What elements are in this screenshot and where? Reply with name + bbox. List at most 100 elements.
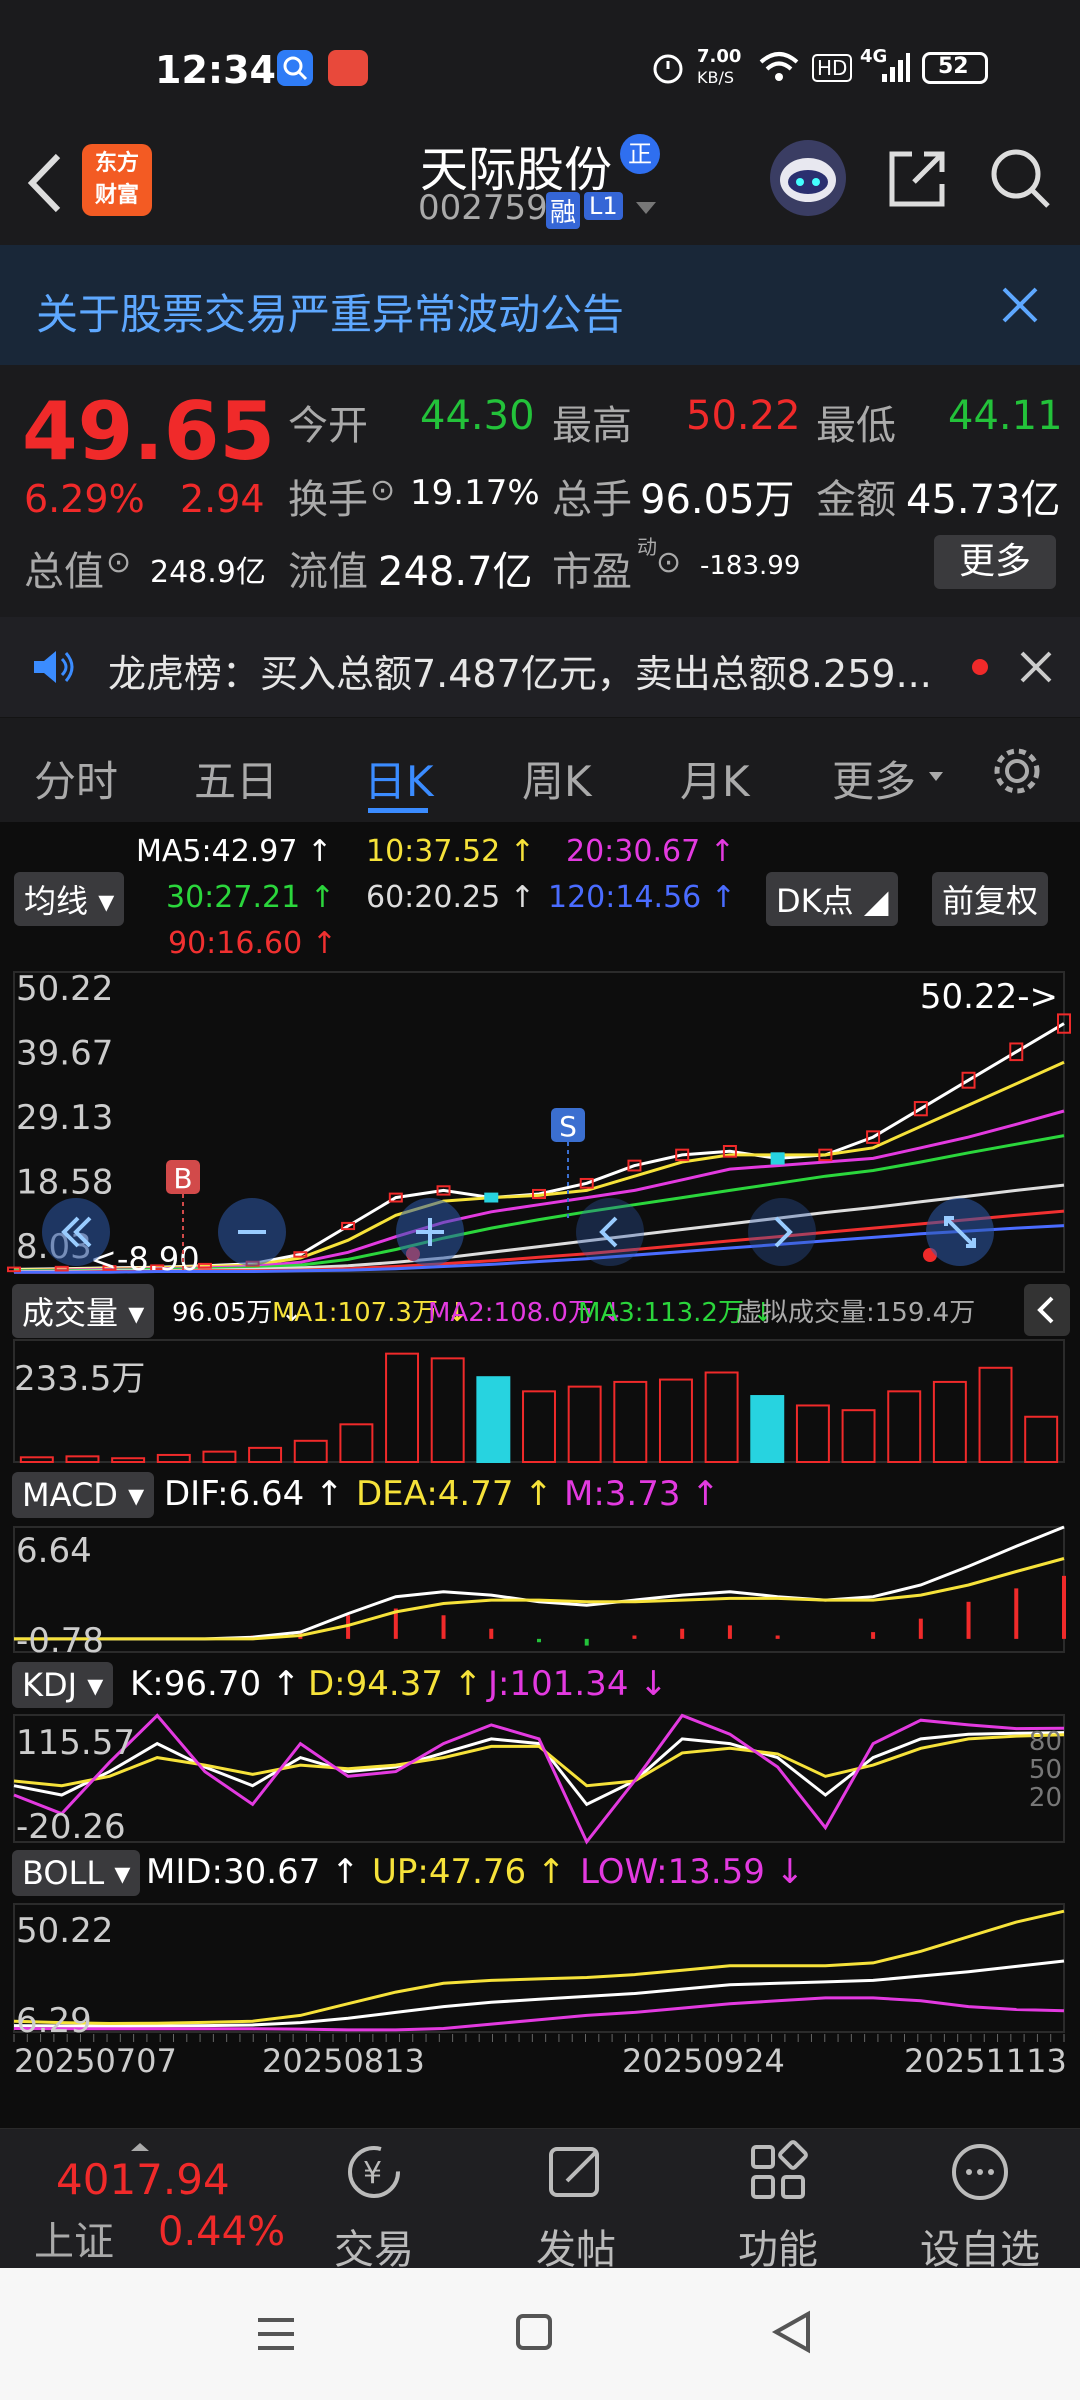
caret-down-icon[interactable] <box>928 768 944 787</box>
mktcap-label: 总值 <box>24 549 104 595</box>
quote-panel: 49.65 6.29% 2.94 今开 44.30 最高 50.22 最低 44… <box>0 365 1080 617</box>
volume-bar <box>978 1366 1013 1463</box>
kdj-right-tick: 20 <box>1029 1783 1062 1813</box>
scroll-left-icon[interactable] <box>42 1198 110 1266</box>
kdj-j-line <box>13 1713 1065 1845</box>
dragon-tiger-text[interactable]: 龙虎榜：买入总额7.487亿元，卖出总额8.259... <box>108 643 932 698</box>
bottom-nav: 4017.94 上证 0.44% ¥ 交易 发帖 功能 设自选 <box>0 2128 1080 2273</box>
status-bar: 12:34 7.00 KB/S HD 4G 52 <box>0 0 1080 130</box>
volume-bar <box>1024 1415 1059 1463</box>
kdj-right-tick: 80 <box>1029 1727 1062 1757</box>
next-icon[interactable] <box>748 1198 816 1266</box>
index-value[interactable]: 4017.94 <box>56 2155 230 2204</box>
app-logo[interactable]: 东方 财富 <box>82 144 152 216</box>
system-nav-bar <box>0 2268 1080 2400</box>
date-tick: 20250707 <box>14 2042 177 2080</box>
volume-bar <box>932 1380 967 1464</box>
logo-line2: 财富 <box>94 183 139 208</box>
alarm-icon <box>650 50 686 90</box>
main-ytick: 39.67 <box>16 1034 113 1074</box>
open-label: 今开 <box>288 403 368 449</box>
assistant-robot-icon[interactable] <box>770 140 846 216</box>
back-nav-icon[interactable] <box>770 2310 814 2358</box>
info-icon[interactable]: ⊙ <box>656 545 681 580</box>
change-amount: 2.94 <box>180 477 265 521</box>
volume-bar <box>19 1456 54 1463</box>
volume-bar <box>704 1371 739 1463</box>
index-name[interactable]: 上证 <box>34 2209 114 2267</box>
share-icon[interactable] <box>884 146 950 216</box>
boll-up-line <box>13 1909 1065 2026</box>
gear-icon[interactable] <box>990 744 1044 802</box>
notice-text[interactable]: 关于股票交易严重异常波动公告 <box>36 281 624 342</box>
svg-text:¥: ¥ <box>363 2156 382 2191</box>
back-icon[interactable] <box>20 148 70 222</box>
wifi-icon <box>757 48 801 88</box>
amount-value: 45.73亿 <box>906 477 1061 523</box>
fullscreen-icon[interactable] <box>926 1198 994 1266</box>
kline-chart-svg[interactable]: 50.2239.6729.1318.588.0350.22-><-8.90BS2… <box>0 822 1080 2128</box>
nav-trade[interactable]: ¥ 交易 <box>324 2137 424 2275</box>
more-button[interactable]: 更多 <box>934 535 1056 589</box>
date-tick: 20251113 <box>904 2042 1067 2080</box>
close-icon[interactable] <box>1018 649 1054 689</box>
info-icon[interactable]: ⊙ <box>106 545 131 580</box>
main-ma5-line <box>13 1022 1065 1271</box>
volume-bar <box>248 1446 283 1464</box>
close-icon[interactable] <box>1000 285 1040 329</box>
nav-trade-label: 交易 <box>334 2227 414 2273</box>
tab-monthly-k[interactable]: 月K <box>680 748 750 809</box>
volume-bar <box>339 1423 374 1463</box>
high-label: 最高 <box>552 403 632 449</box>
net-speed-unit: KB/S <box>697 68 735 87</box>
date-tick: 20250813 <box>262 2042 425 2080</box>
dragon-tiger-bar[interactable]: 龙虎榜：买入总额7.487亿元，卖出总额8.259... <box>0 617 1080 717</box>
chevron-down-icon[interactable] <box>634 200 658 220</box>
menu-icon[interactable] <box>254 2314 298 2358</box>
home-icon[interactable] <box>514 2312 554 2356</box>
tab-five-day[interactable]: 五日 <box>194 748 278 809</box>
open-value: 44.30 <box>420 393 535 439</box>
notice-banner[interactable]: 关于股票交易严重异常波动公告 <box>0 245 1080 365</box>
search-icon[interactable] <box>988 146 1054 216</box>
tab-intraday[interactable]: 分时 <box>34 748 118 809</box>
zoom-in-icon[interactable] <box>396 1198 464 1266</box>
logo-line1: 东方 <box>94 151 139 176</box>
trade-icon: ¥ <box>348 2146 400 2198</box>
level-tag: L1 <box>584 192 623 220</box>
macd-dea-line <box>14 1557 1065 1641</box>
zoom-out-icon[interactable] <box>218 1198 286 1266</box>
info-icon[interactable]: ⊙ <box>370 473 395 508</box>
turnover-label: 换手 <box>288 477 368 523</box>
tab-daily-k[interactable]: 日K <box>364 748 434 809</box>
tab-weekly-k[interactable]: 周K <box>522 748 592 809</box>
mktcap-value: 248.9亿 <box>150 555 266 590</box>
prev-icon[interactable] <box>576 1198 644 1266</box>
kline-chart-area[interactable]: MA5:42.97 ↑ 10:37.52 ↑ 20:30.67 ↑ 30:27.… <box>0 822 1080 2128</box>
nav-watchlist[interactable]: 设自选 <box>910 2137 1050 2275</box>
volume-bar <box>841 1409 876 1463</box>
main-ytick: 29.13 <box>16 1098 113 1138</box>
edit-icon <box>549 2147 599 2197</box>
last-price: 49.65 <box>22 385 276 478</box>
badge-icon: 正 <box>620 134 660 174</box>
more-circle-icon <box>952 2144 1008 2200</box>
tab-more[interactable]: 更多 <box>832 748 916 809</box>
main-ytick: 18.58 <box>16 1163 113 1203</box>
nav-watchlist-label: 设自选 <box>920 2227 1040 2273</box>
volume-bar <box>887 1390 922 1463</box>
volume-bar <box>111 1457 146 1463</box>
kdj-ytick: -20.26 <box>16 1807 126 1847</box>
period-tabs: 分时 五日 日K 周K 月K 更多 <box>0 718 1080 822</box>
nav-post[interactable]: 发帖 <box>526 2137 626 2275</box>
main-ytick: 50.22 <box>16 969 113 1009</box>
volume-bar <box>613 1380 648 1464</box>
grid-icon <box>751 2140 808 2199</box>
index-percent[interactable]: 0.44% <box>158 2209 285 2255</box>
volume-bar <box>293 1439 328 1463</box>
nav-functions[interactable]: 功能 <box>728 2137 828 2275</box>
sell-marker: S <box>559 1110 577 1143</box>
pe-label: 市盈 <box>552 549 632 595</box>
change-percent: 6.29% <box>24 477 145 521</box>
volume-bar <box>567 1385 602 1463</box>
